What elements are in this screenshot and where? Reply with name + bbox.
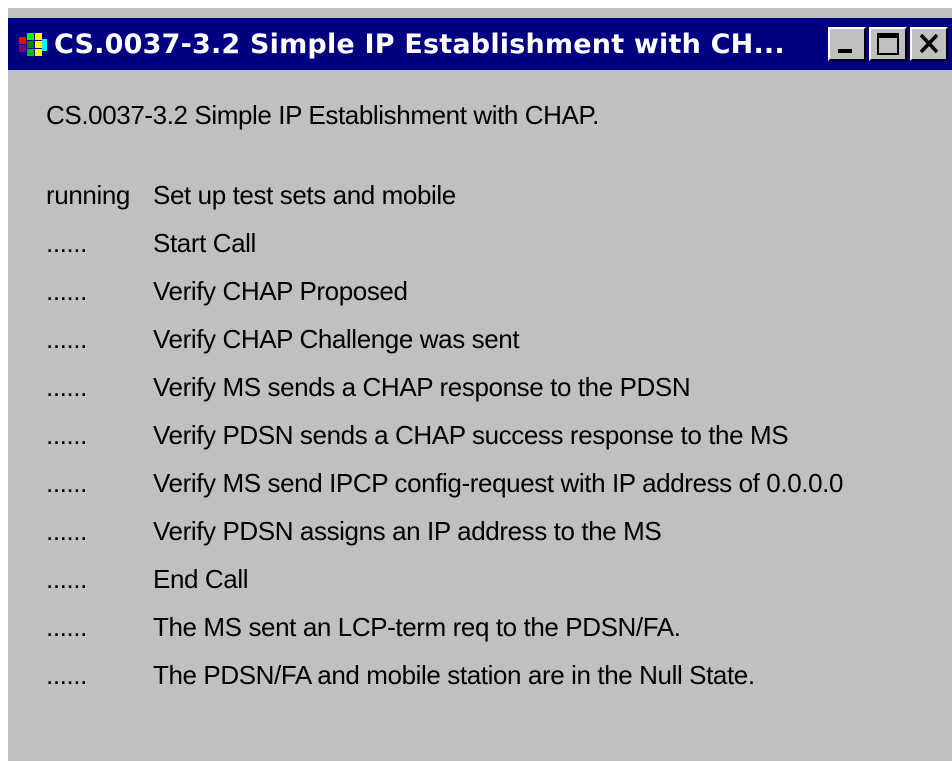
step-status: ...... — [46, 516, 87, 546]
step-status: ...... — [46, 276, 87, 306]
step-text: The PDSN/FA and mobile station are in th… — [153, 660, 755, 690]
step-text: Verify MS send IPCP config-request with … — [153, 468, 844, 498]
maximize-icon — [877, 33, 899, 55]
window-controls — [825, 27, 948, 61]
test-step-panel: CS.0037-3.2 Simple IP Establishment with… — [8, 70, 952, 763]
step-text: Verify CHAP Proposed — [153, 276, 408, 306]
step-text: Set up test sets and mobile — [153, 180, 456, 210]
step-status: ...... — [46, 660, 87, 690]
minimize-button[interactable] — [828, 27, 866, 61]
title-bar[interactable]: CS.0037-3.2 Simple IP Establishment with… — [8, 18, 952, 70]
step-status: running — [46, 180, 130, 210]
step-status: ...... — [46, 324, 87, 354]
close-button[interactable] — [910, 27, 948, 61]
step-text: Verify PDSN assigns an IP address to the… — [153, 516, 662, 546]
minimize-icon — [838, 49, 852, 53]
test-window: CS.0037-3.2 Simple IP Establishment with… — [6, 6, 952, 761]
step-status: ...... — [46, 372, 87, 402]
step-status: ...... — [46, 612, 87, 642]
step-text: End Call — [153, 564, 249, 594]
step-text: Verify CHAP Challenge was sent — [153, 324, 520, 354]
step-status: ...... — [46, 228, 87, 258]
step-status: ...... — [46, 420, 87, 450]
step-status: ...... — [46, 468, 87, 498]
test-app-icon[interactable] — [18, 29, 48, 59]
test-heading: CS.0037-3.2 Simple IP Establishment with… — [46, 100, 599, 130]
window-title: CS.0037-3.2 Simple IP Establishment with… — [54, 28, 785, 60]
step-text: Start Call — [153, 228, 256, 258]
close-icon — [919, 33, 939, 54]
step-text: Verify PDSN sends a CHAP success respons… — [153, 420, 789, 450]
step-text: Verify MS sends a CHAP response to the P… — [153, 372, 691, 402]
step-status: ...... — [46, 564, 87, 594]
maximize-button[interactable] — [869, 27, 907, 61]
step-text: The MS sent an LCP-term req to the PDSN/… — [153, 612, 681, 642]
